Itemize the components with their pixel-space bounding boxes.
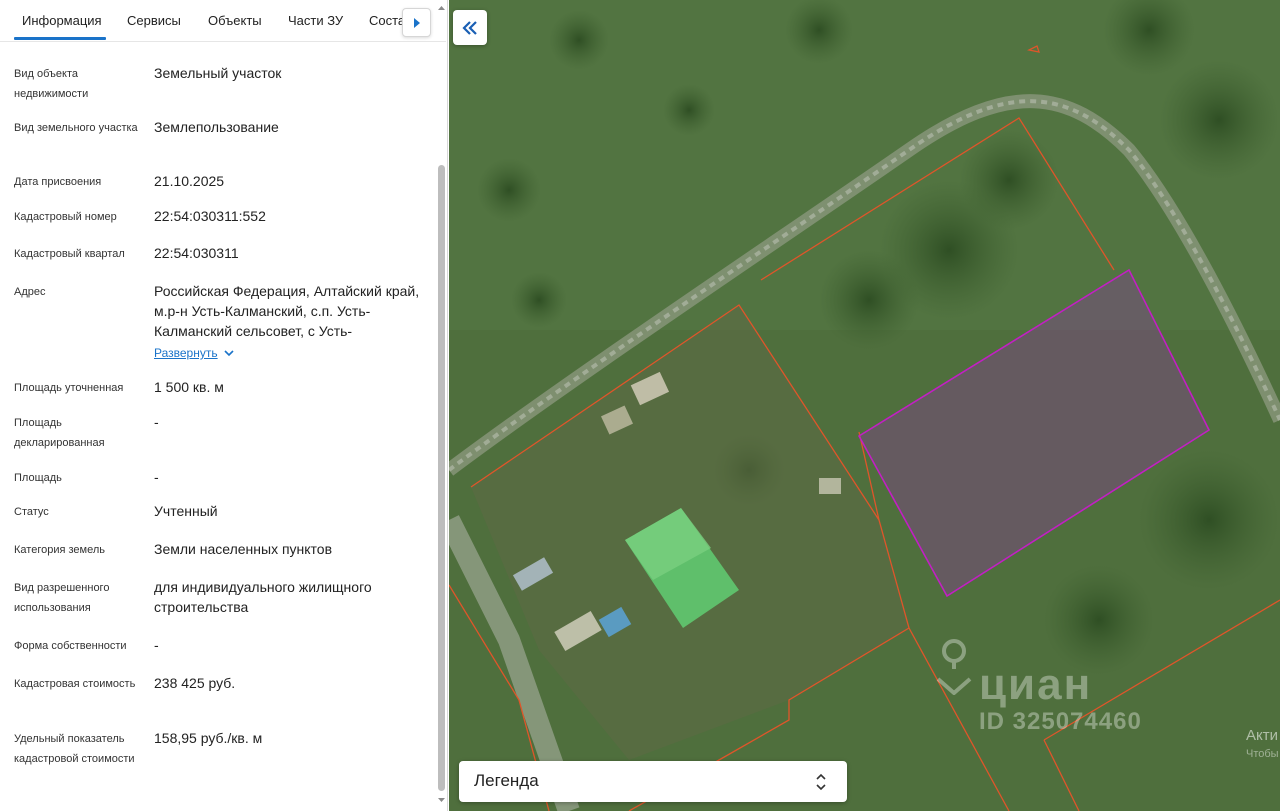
field-value: Землепользование bbox=[154, 119, 279, 135]
scroll-down-icon[interactable] bbox=[437, 796, 446, 804]
watermark-brand: циан bbox=[979, 660, 1093, 709]
field-label: Вид объекта недвижимости bbox=[14, 68, 89, 100]
triangle-right-icon bbox=[413, 17, 420, 28]
expand-address-link[interactable]: Развернуть bbox=[154, 343, 234, 363]
legend-dropdown[interactable]: Легенда bbox=[459, 761, 847, 802]
info-panel: Информация Сервисы Объекты Части ЗУ Сост… bbox=[0, 0, 448, 811]
field-label: Дата присвоения bbox=[14, 176, 102, 188]
chevron-down-icon bbox=[224, 349, 234, 356]
tabs-next-button[interactable] bbox=[402, 8, 431, 37]
collapse-panel-button[interactable] bbox=[453, 10, 487, 45]
tab-parts[interactable]: Части ЗУ bbox=[288, 13, 343, 28]
field-value: 1 500 кв. м bbox=[154, 379, 224, 395]
address-value: Российская Федерация, Алтайский край, м.… bbox=[154, 283, 420, 339]
field-value: 21.10.2025 bbox=[154, 173, 225, 189]
activation-notice-sub: Чтобы bbox=[1246, 748, 1279, 760]
field-value: Земельный участок bbox=[154, 65, 282, 81]
scroll-up-icon[interactable] bbox=[437, 4, 446, 12]
scrollbar-thumb[interactable] bbox=[438, 165, 445, 791]
field-label: Удельный показатель кадастровой стоимост… bbox=[14, 733, 135, 765]
field-value: - bbox=[154, 414, 159, 430]
activation-notice: Акти bbox=[1246, 727, 1278, 744]
field-value: - bbox=[154, 637, 159, 653]
field-label: Статус bbox=[14, 506, 49, 518]
field-value: 22:54:030311 bbox=[154, 245, 239, 261]
tab-objects[interactable]: Объекты bbox=[208, 13, 262, 28]
tab-services[interactable]: Сервисы bbox=[127, 13, 181, 28]
field-label: Вид разрешенного использования bbox=[14, 582, 110, 614]
cadastral-value: 238 425 руб. bbox=[154, 675, 236, 691]
satellite-imagery bbox=[449, 0, 1280, 811]
field-label: Кадастровый номер bbox=[14, 211, 117, 223]
watermark-id: ID 325074460 bbox=[979, 708, 1142, 735]
cadastral-number: 22:54:030311:552 bbox=[154, 208, 266, 224]
expand-label: Развернуть bbox=[154, 346, 218, 360]
double-chevron-left-icon bbox=[462, 20, 477, 35]
address-block: Российская Федерация, Алтайский край, м.… bbox=[154, 281, 426, 363]
field-value: 158,95 руб./кв. м bbox=[154, 730, 263, 746]
field-label: Категория земель bbox=[14, 544, 105, 556]
field-value: - bbox=[154, 469, 159, 485]
field-label: Адрес bbox=[14, 286, 46, 298]
field-label: Кадастровая стоимость bbox=[14, 678, 136, 690]
field-label: Вид земельного участка bbox=[14, 122, 138, 134]
tab-information[interactable]: Информация bbox=[22, 13, 102, 28]
chevron-up-down-icon bbox=[816, 773, 826, 791]
active-tab-indicator bbox=[14, 37, 106, 40]
map-view[interactable]: циан ID 325074460 Акти Чтобы Легенда bbox=[449, 0, 1280, 811]
field-label: Площадь декларированная bbox=[14, 417, 105, 449]
field-label: Форма собственности bbox=[14, 640, 127, 652]
field-label: Кадастровый квартал bbox=[14, 248, 125, 260]
tab-bar: Информация Сервисы Объекты Части ЗУ Сост… bbox=[0, 0, 446, 42]
field-value: Учтенный bbox=[154, 503, 218, 519]
field-label: Площадь уточненная bbox=[14, 382, 124, 394]
legend-title: Легенда bbox=[474, 771, 539, 790]
field-value: для индивидуального жилищного строительс… bbox=[154, 579, 372, 615]
field-label: Площадь bbox=[14, 472, 62, 484]
tab-composition[interactable]: Соста bbox=[369, 13, 405, 28]
field-value: Земли населенных пунктов bbox=[154, 541, 333, 557]
cian-logo-icon bbox=[936, 639, 972, 695]
panel-scrollbar[interactable] bbox=[437, 0, 446, 811]
